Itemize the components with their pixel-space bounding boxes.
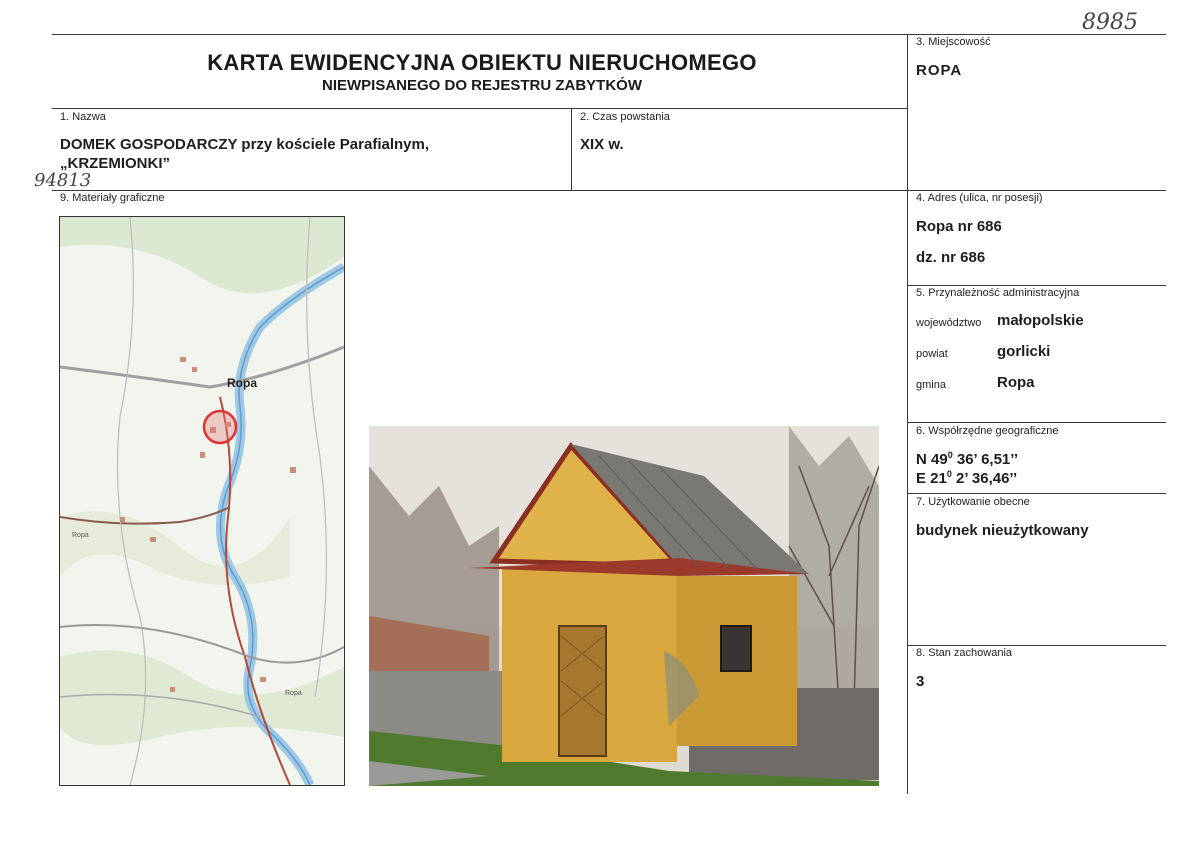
header-divider (52, 108, 908, 109)
przynaleznosc-label: 5. Przynależność administracyjna (916, 287, 1080, 299)
stan-label: 8. Stan zachowania (916, 647, 1013, 659)
location-map: Ropa Ropa Ropa (59, 216, 345, 786)
map-label-ropa: Ropa (227, 376, 257, 390)
lat-deg: N 49 (916, 451, 948, 468)
powiat-value: gorlicki (997, 343, 1051, 360)
czas-label: 2. Czas powstania (580, 111, 670, 123)
row-divider-use (908, 645, 1166, 646)
gmina-value: Ropa (997, 374, 1035, 391)
stan-value: 3 (916, 673, 925, 690)
lon-deg: E 21 (916, 470, 947, 487)
name-time-divider (571, 108, 572, 190)
uzytkowanie-label: 7. Użytkowanie obecne (916, 496, 1030, 508)
materialy-label: 9. Materiały graficzne (60, 192, 165, 204)
longitude: E 210 2’ 36,46’’ (916, 469, 1017, 487)
row-divider-addr (908, 285, 1166, 286)
adres-label: 4. Adres (ulica, nr posesji) (916, 192, 1043, 204)
adres-line2: dz. nr 686 (916, 249, 986, 266)
miejscowosc-value: ROPA (916, 62, 963, 79)
right-column-divider (907, 34, 908, 794)
map-label-ropa-2: Ropa (72, 532, 89, 539)
gmina-key: gmina (916, 379, 946, 391)
miejscowosc-label: 3. Miejscowość (916, 36, 991, 48)
card-subtitle: NIEWPISANEGO DO REJESTRU ZABYTKÓW (321, 77, 643, 94)
wojewodztwo-value: małopolskie (997, 312, 1084, 329)
building-photo (369, 426, 879, 786)
powiat-key: powiat (916, 348, 948, 360)
handwritten-side-number: 94813 (34, 170, 92, 191)
nazwa-value-line2: „KRZEMIONKI” (60, 155, 170, 172)
top-border (52, 34, 1166, 35)
map-label-ropa-3: Ropa (285, 690, 302, 697)
wojewodztwo-key: województwo (916, 317, 982, 329)
handwritten-catalog-number: 8985 (1082, 10, 1138, 35)
card-title: KARTA EWIDENCYJNA OBIEKTU NIERUCHOMEGO (207, 50, 757, 75)
nazwa-label: 1. Nazwa (60, 111, 106, 123)
row-divider-1 (52, 190, 1166, 191)
row-divider-coords (908, 493, 1166, 494)
row-divider-admin (908, 422, 1166, 423)
wspolrzedne-label: 6. Współrzędne geograficzne (916, 425, 1059, 437)
map-drawing: Ropa Ropa Ropa (60, 217, 344, 785)
adres-line1: Ropa nr 686 (916, 218, 1002, 235)
uzytkowanie-value: budynek nieużytkowany (916, 522, 1089, 539)
lon-rest: 2’ 36,46’’ (951, 470, 1018, 487)
czas-value: XIX w. (580, 136, 624, 153)
lat-rest: 36’ 6,51’’ (952, 451, 1019, 468)
latitude: N 490 36’ 6,51’’ (916, 450, 1018, 468)
nazwa-value-line1: DOMEK GOSPODARCZY przy kościele Parafial… (60, 136, 430, 153)
photo-drawing (369, 426, 879, 786)
